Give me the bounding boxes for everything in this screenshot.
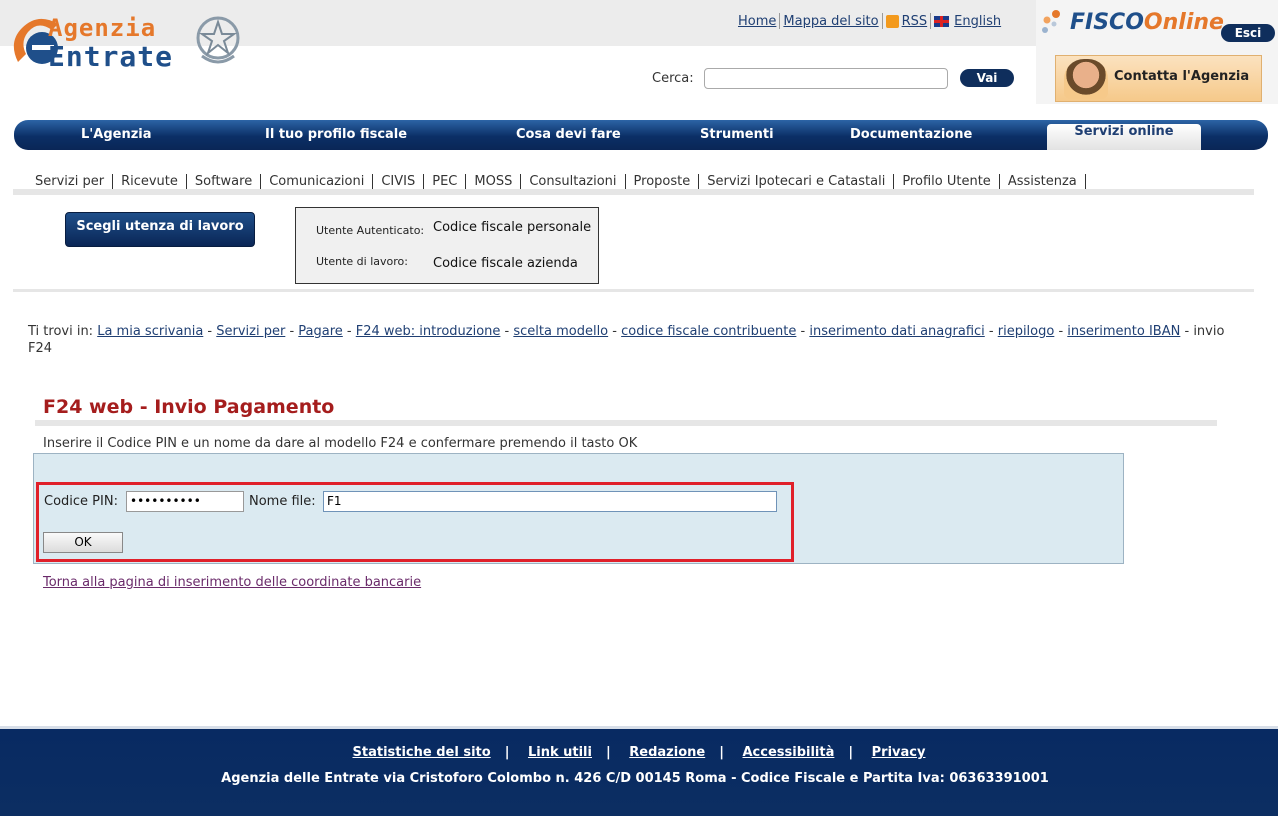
- subnav-software[interactable]: Software: [187, 174, 262, 189]
- subnav-profilo-utente[interactable]: Profilo Utente: [894, 174, 1000, 189]
- separator: [881, 13, 883, 29]
- breadcrumb-link[interactable]: La mia scrivania: [97, 324, 203, 339]
- fisconline-logo: FISCOOnline: [1040, 8, 1224, 38]
- subnav-moss[interactable]: MOSS: [466, 174, 522, 189]
- nav-strumenti[interactable]: Strumenti: [700, 127, 774, 142]
- logo-text-agenzia: Agenzia: [48, 14, 157, 42]
- subnav-consultazioni[interactable]: Consultazioni: [521, 174, 626, 189]
- logout-button[interactable]: Esci: [1221, 24, 1275, 42]
- choose-work-user-button[interactable]: Scegli utenza di lavoro: [65, 212, 255, 247]
- fisconline-text-suffix: nline: [1162, 10, 1224, 35]
- subnav-servizi-ipotecari[interactable]: Servizi Ipotecari e Catastali: [699, 174, 895, 189]
- separator: [779, 13, 781, 29]
- file-name-input[interactable]: F1: [323, 491, 777, 512]
- home-link[interactable]: Home: [738, 14, 776, 29]
- nav-servizi-online[interactable]: Servizi online: [1047, 124, 1201, 150]
- subnav-divider: [13, 189, 1254, 195]
- sitemap-link[interactable]: Mappa del sito: [783, 14, 878, 29]
- work-user-value: Codice fiscale azienda: [433, 256, 578, 271]
- footer-link-redazione[interactable]: Redazione: [629, 745, 705, 760]
- breadcrumb: Ti trovi in: La mia scrivania - Servizi …: [28, 324, 1225, 356]
- subnav-pec[interactable]: PEC: [424, 174, 467, 189]
- fisconline-text: FISCO: [1070, 10, 1144, 35]
- work-user-label: Utente di lavoro:: [316, 255, 408, 268]
- nav-agenzia[interactable]: L'Agenzia: [81, 127, 152, 142]
- subnav-proposte[interactable]: Proposte: [626, 174, 700, 189]
- breadcrumb-link[interactable]: Servizi per: [216, 324, 285, 339]
- subnav-servizi-per[interactable]: Servizi per: [35, 174, 114, 189]
- breadcrumb-link[interactable]: riepilogo: [998, 324, 1055, 339]
- rss-icon[interactable]: [885, 14, 899, 28]
- subnav-ricevute[interactable]: Ricevute: [113, 174, 187, 189]
- pin-label: Codice PIN:: [44, 494, 118, 509]
- rss-link[interactable]: RSS: [902, 14, 928, 29]
- ok-button[interactable]: OK: [43, 532, 123, 553]
- search-label: Cerca:: [652, 71, 694, 86]
- english-link[interactable]: English: [954, 14, 1001, 29]
- instructions-text: Inserire il Codice PIN e un nome da dare…: [43, 436, 638, 451]
- footer-link-privacy[interactable]: Privacy: [872, 745, 926, 760]
- breadcrumb-link[interactable]: scelta modello: [513, 324, 608, 339]
- breadcrumb-prefix: Ti trovi in:: [28, 324, 94, 339]
- subnav-comunicazioni[interactable]: Comunicazioni: [261, 174, 374, 189]
- footer-address: Agenzia delle Entrate via Cristoforo Col…: [221, 771, 1049, 786]
- footer-link-link-utili[interactable]: Link utili: [528, 745, 592, 760]
- contact-agency-label: Contatta l'Agenzia: [1114, 69, 1250, 84]
- nav-profilo-fiscale[interactable]: Il tuo profilo fiscale: [265, 127, 407, 142]
- nav-cosa-devi-fare[interactable]: Cosa devi fare: [516, 127, 621, 142]
- breadcrumb-link[interactable]: inserimento dati anagrafici: [809, 324, 984, 339]
- sub-nav: Servizi per Ricevute Software Comunicazi…: [35, 174, 1086, 189]
- file-name-label: Nome file:: [249, 494, 316, 509]
- title-underline: [35, 420, 1217, 426]
- breadcrumb-link[interactable]: inserimento IBAN: [1067, 324, 1180, 339]
- search-button[interactable]: Vai: [960, 69, 1014, 87]
- uk-flag-icon[interactable]: [934, 15, 950, 27]
- authenticated-user-label: Utente Autenticato:: [316, 224, 425, 237]
- nav-documentazione[interactable]: Documentazione: [850, 127, 972, 142]
- agenzia-entrate-logo[interactable]: Agenzia Entrate: [8, 10, 248, 73]
- fisconline-dots-icon: [1042, 10, 1060, 33]
- logo-text-entrate: Entrate: [48, 40, 174, 73]
- breadcrumb-link[interactable]: F24 web: introduzione: [356, 324, 501, 339]
- footer-links: Statistiche del sito | Link utili | Redazi…: [352, 745, 926, 760]
- separator: [930, 13, 932, 29]
- operator-avatar: [1064, 59, 1108, 99]
- top-links: Home Mappa del sito RSS English: [738, 13, 1001, 29]
- back-to-bank-coordinates-link[interactable]: Torna alla pagina di inserimento delle c…: [43, 575, 421, 590]
- contact-agency-button[interactable]: Contatta l'Agenzia: [1055, 55, 1262, 102]
- pin-input[interactable]: ••••••••••: [126, 491, 244, 512]
- footer-link-statistiche[interactable]: Statistiche del sito: [353, 745, 491, 760]
- footer-link-accessibilita[interactable]: Accessibilità: [742, 745, 834, 760]
- user-info-box: Utente Autenticato: Codice fiscale perso…: [295, 207, 599, 284]
- main-nav: L'Agenzia Il tuo profilo fiscale Cosa de…: [14, 120, 1268, 150]
- section-divider: [13, 289, 1254, 292]
- subnav-civis[interactable]: CIVIS: [373, 174, 425, 189]
- search-input[interactable]: [704, 68, 948, 89]
- subnav-assistenza[interactable]: Assistenza: [1000, 174, 1086, 189]
- authenticated-user-value: Codice fiscale personale: [433, 220, 592, 235]
- breadcrumb-link[interactable]: codice fiscale contribuente: [621, 324, 796, 339]
- breadcrumb-link[interactable]: Pagare: [298, 324, 343, 339]
- italian-republic-emblem-icon: [196, 16, 240, 64]
- page-title: F24 web - Invio Pagamento: [43, 396, 335, 418]
